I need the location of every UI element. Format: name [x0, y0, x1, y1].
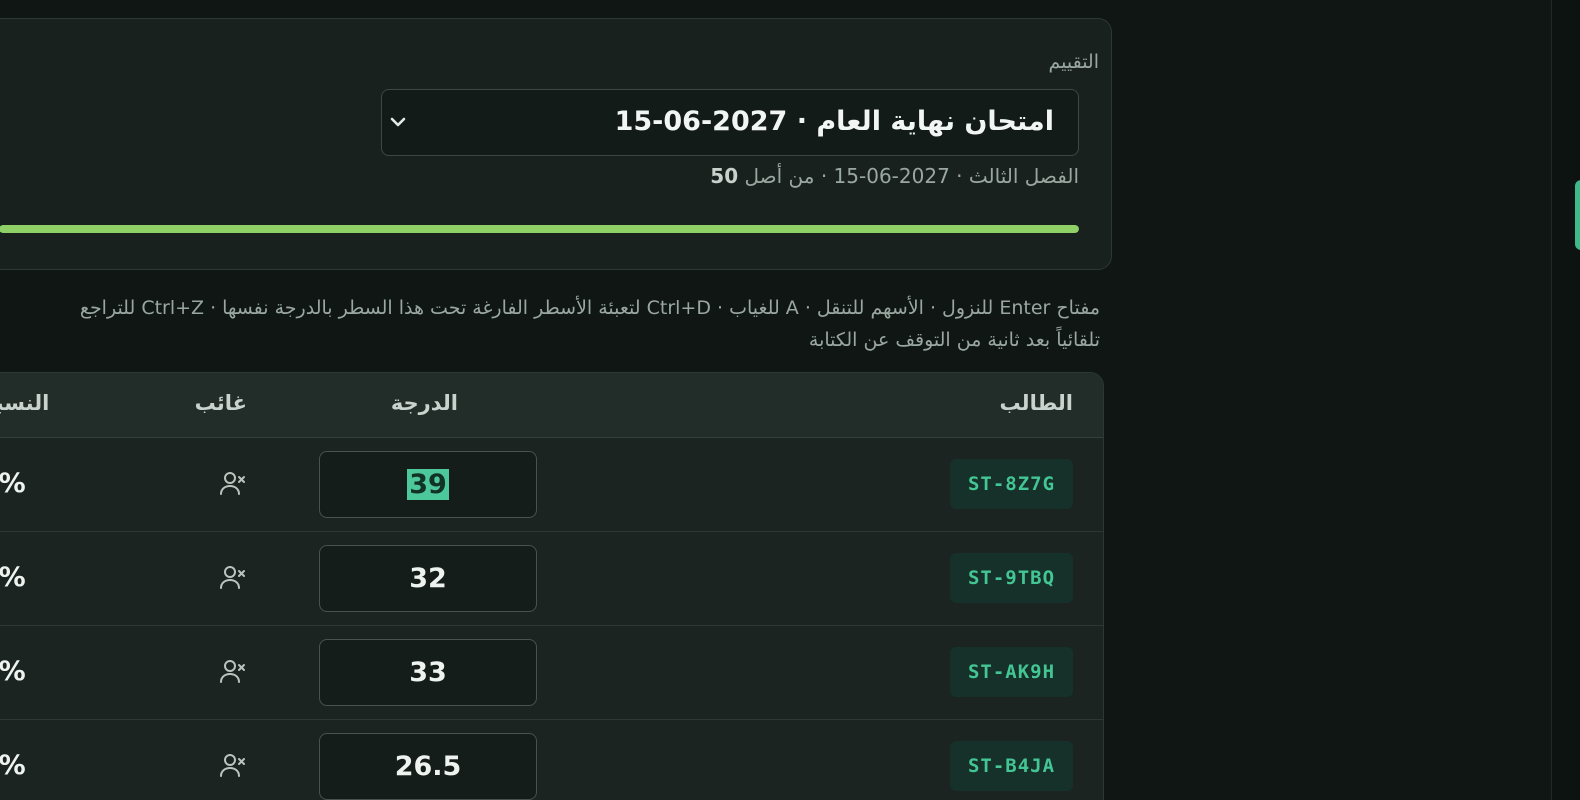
absent-toggle-button[interactable] [217, 750, 249, 782]
grade-input[interactable]: 33 [319, 639, 537, 706]
header-student: الطالب [999, 391, 1073, 415]
grade-input[interactable]: 26.5 [319, 733, 537, 800]
user-x-icon [220, 660, 245, 683]
grade-input[interactable]: 39 [319, 451, 537, 518]
grades-table: الطالب الدرجة غائب النسبة ST-8Z7G 39 78%… [0, 372, 1104, 800]
assessment-meta: الفصل الثالث · 2027-06-15 · من أصل 50 [710, 164, 1079, 188]
assessment-select-value: امتحان نهاية العام · 2027-06-15 [614, 106, 1054, 137]
assessment-max-score: 50 [710, 164, 739, 188]
table-row: ST-8Z7G 39 78% [0, 438, 1103, 532]
user-x-icon [220, 472, 245, 495]
grading-progress-fill [0, 225, 1079, 233]
assessment-label: التقييم [1048, 51, 1099, 73]
grading-progress-bar [0, 225, 1079, 233]
absent-toggle-button[interactable] [217, 468, 249, 500]
user-x-icon [220, 566, 245, 589]
grade-value: 33 [409, 657, 447, 688]
keyboard-hint-line-1: مفتاح Enter للنزول · الأسهم للتنقل · A ل… [79, 297, 1100, 319]
table-row: ST-9TBQ 32 64% [0, 532, 1103, 626]
grades-table-header: الطالب الدرجة غائب النسبة [0, 373, 1103, 438]
header-percent: النسبة [0, 391, 50, 415]
absent-toggle-button[interactable] [217, 656, 249, 688]
student-id-badge: ST-AK9H [950, 647, 1073, 697]
chevron-down-icon [386, 110, 410, 134]
side-panel [1552, 0, 1580, 800]
grade-value: 32 [409, 563, 447, 594]
grade-input[interactable]: 32 [319, 545, 537, 612]
user-x-icon [220, 754, 245, 777]
percent-value: 64% [0, 562, 26, 593]
percent-value: 66% [0, 656, 26, 687]
student-id-badge: ST-8Z7G [950, 459, 1073, 509]
percent-value: 53% [0, 750, 26, 781]
table-row: ST-B4JA 26.5 53% [0, 720, 1103, 800]
grade-value: 39 [407, 469, 449, 500]
keyboard-hint: مفتاح Enter للنزول · الأسهم للتنقل · A ل… [0, 292, 1100, 356]
student-id-badge: ST-9TBQ [950, 553, 1073, 603]
table-row: ST-AK9H 33 66% [0, 626, 1103, 720]
assessment-card: التقييم امتحان نهاية العام · 2027-06-15 … [0, 18, 1112, 270]
absent-toggle-button[interactable] [217, 562, 249, 594]
assessment-select[interactable]: امتحان نهاية العام · 2027-06-15 [381, 89, 1079, 156]
side-panel-tab[interactable] [1575, 180, 1580, 250]
student-id-badge: ST-B4JA [950, 741, 1073, 791]
keyboard-hint-line-2: تلقائياً بعد ثانية من التوقف عن الكتابة [808, 329, 1100, 351]
percent-value: 78% [0, 468, 26, 499]
header-absent: غائب [194, 391, 247, 415]
header-grade: الدرجة [390, 391, 458, 415]
app-viewport: التقييم امتحان نهاية العام · 2027-06-15 … [0, 0, 1580, 800]
grade-value: 26.5 [394, 751, 462, 782]
assessment-meta-text: الفصل الثالث · 2027-06-15 · من أصل [744, 164, 1079, 188]
